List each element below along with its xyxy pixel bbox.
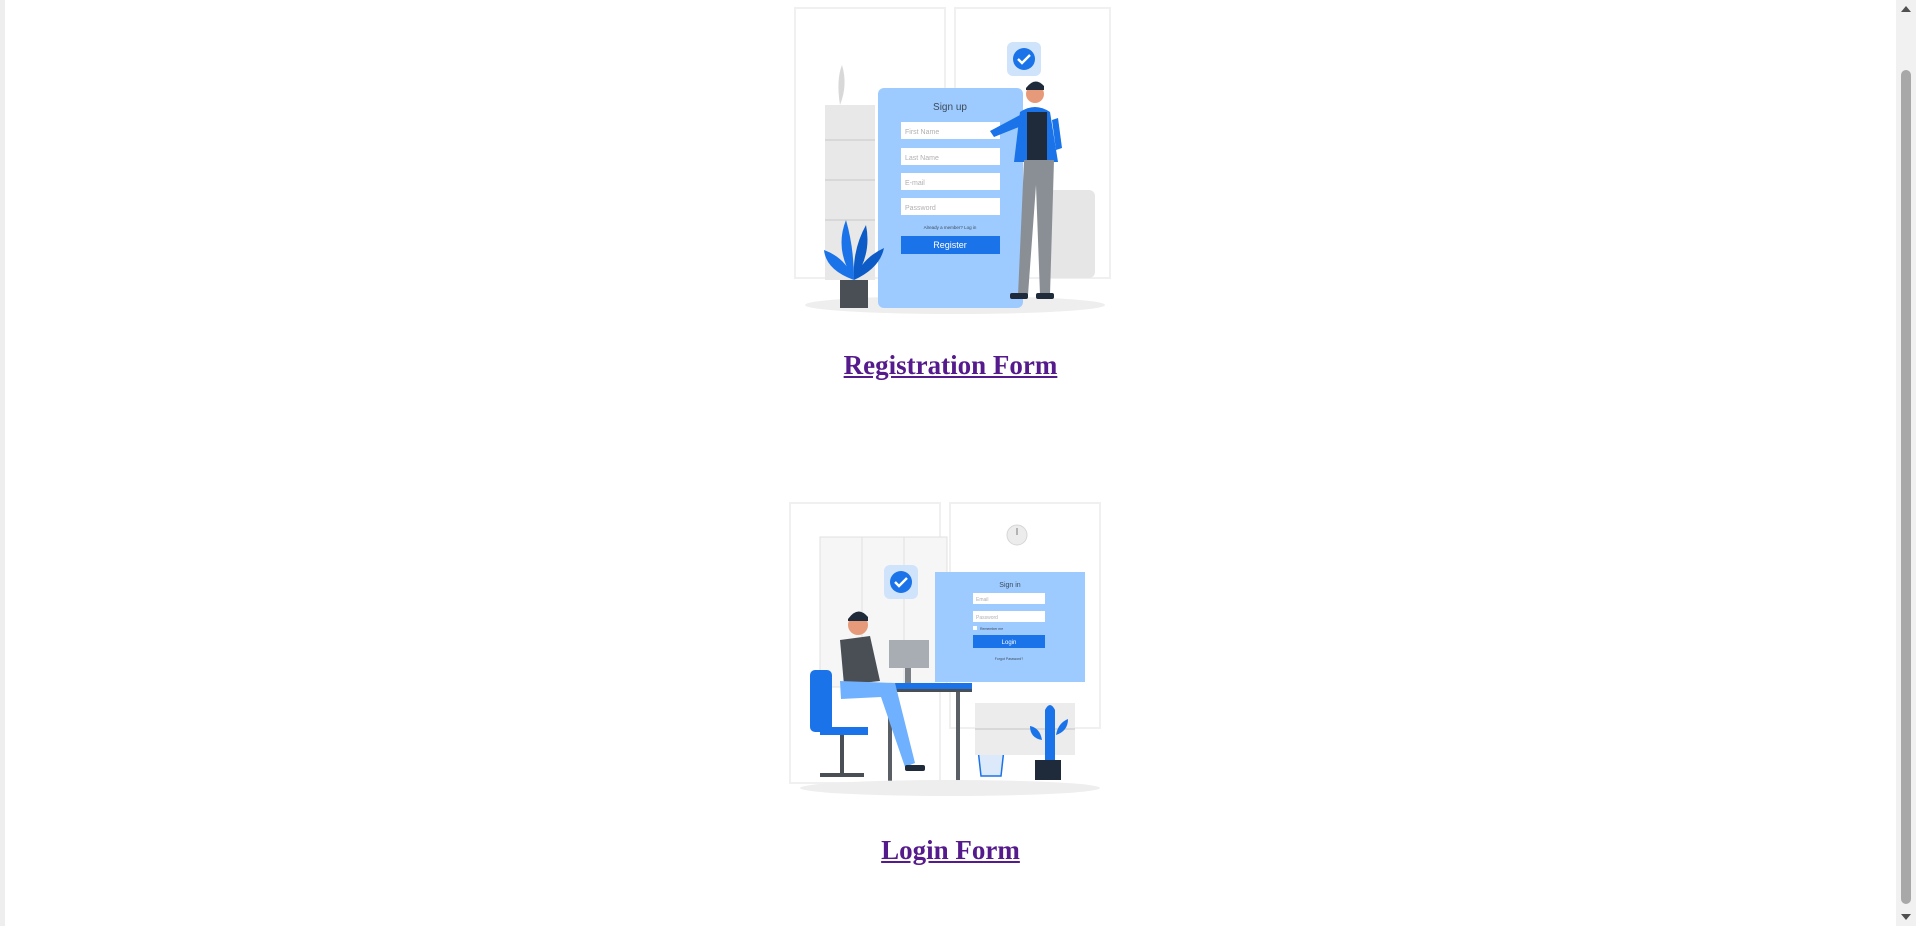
- signup-panel-title: Sign up: [933, 102, 967, 113]
- triangle-down-icon[interactable]: [1896, 909, 1916, 926]
- page-content: Sign up First Name Last Name E-mail Pass…: [5, 0, 1896, 926]
- vertical-scrollbar[interactable]: [1896, 0, 1916, 926]
- login-remember: Remember me: [980, 627, 1003, 631]
- registration-illustration: Sign up First Name Last Name E-mail Pass…: [794, 7, 1111, 314]
- registration-form-link[interactable]: Registration Form: [844, 350, 1058, 380]
- triangle-up-icon[interactable]: [1896, 0, 1916, 17]
- registration-form-link-row: Registration Form: [5, 350, 1896, 381]
- login-illustration: Sign in Email Password Remember me Login…: [789, 502, 1101, 796]
- login-form-link[interactable]: Login Form: [881, 835, 1020, 865]
- login-form-link-row: Login Form: [5, 835, 1896, 866]
- login-footer: Forgot Password?: [995, 657, 1023, 661]
- login-panel-title: Sign in: [999, 582, 1021, 589]
- checkmark-icon: [890, 571, 912, 593]
- login-field-email: Email: [976, 597, 989, 603]
- signup-field-email: E-mail: [905, 180, 925, 187]
- signup-register-label: Register: [933, 240, 967, 250]
- login-button-label: Login: [1002, 640, 1017, 646]
- checkmark-icon: [1013, 48, 1035, 70]
- signup-field-last-name: Last Name: [905, 155, 939, 162]
- login-field-password: Password: [976, 615, 998, 621]
- signup-note: Already a member? Log in: [924, 225, 977, 230]
- scrollbar-thumb[interactable]: [1901, 70, 1911, 904]
- signup-field-first-name: First Name: [905, 129, 939, 136]
- signup-field-password: Password: [905, 205, 936, 212]
